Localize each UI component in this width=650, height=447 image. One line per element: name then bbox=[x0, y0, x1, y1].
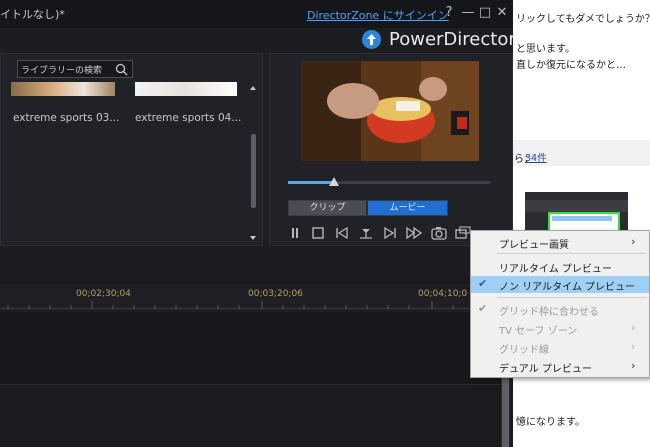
timecode-label: 00;04;10;0 bbox=[418, 289, 468, 299]
library-scroll-thumb[interactable] bbox=[251, 134, 256, 208]
video-preview[interactable] bbox=[301, 61, 479, 161]
preview-panel: クリップ ムービー bbox=[269, 53, 513, 246]
timeline-track[interactable] bbox=[0, 312, 500, 385]
display-icon[interactable] bbox=[455, 226, 471, 240]
tab-movie[interactable]: ムービー bbox=[368, 201, 447, 215]
video-frame-image bbox=[301, 61, 479, 161]
timecode-label: 00;02;30;04 bbox=[76, 289, 131, 299]
maximize-button[interactable]: □ bbox=[478, 6, 492, 20]
checkmark-icon: ✔ bbox=[478, 277, 488, 290]
ruler-ticks bbox=[7, 301, 496, 309]
previous-frame-icon[interactable] bbox=[334, 226, 350, 240]
web-text-line: 直しか復元になるかと… bbox=[516, 60, 626, 71]
scroll-down-icon[interactable] bbox=[249, 234, 257, 242]
timecode-label: 00;03;20;06 bbox=[248, 289, 303, 299]
menu-item-label: デュアル プレビュー bbox=[499, 364, 592, 375]
menu-item-tv-safe-zone[interactable]: TV セーフ ゾーン › bbox=[471, 320, 649, 337]
media-thumbnail[interactable] bbox=[135, 82, 237, 96]
submenu-arrow-icon: › bbox=[631, 235, 636, 248]
play-icon[interactable] bbox=[287, 226, 303, 240]
submenu-arrow-icon: › bbox=[631, 359, 636, 372]
minimize-button[interactable]: — bbox=[461, 6, 475, 20]
web-screenshot-menu-highlight bbox=[552, 216, 612, 221]
web-answers-link[interactable]: 34件 bbox=[525, 150, 547, 164]
menu-item-label: TV セーフ ゾーン bbox=[499, 326, 578, 337]
library-scrollbar[interactable] bbox=[249, 84, 257, 242]
menu-item-realtime-preview[interactable]: リアルタイム プレビュー bbox=[471, 258, 649, 275]
preview-context-menu: プレビュー画質 › リアルタイム プレビュー ✔ ノン リアルタイム プレビュー… bbox=[470, 230, 650, 378]
menu-separator bbox=[497, 297, 647, 298]
window-title: イトルなし)* bbox=[0, 8, 65, 21]
menu-item-dual-preview[interactable]: デュアル プレビュー › bbox=[471, 358, 649, 375]
web-text-line: と思います。 bbox=[516, 44, 575, 55]
brand-name: PowerDirector bbox=[389, 29, 516, 50]
menu-item-label: ノン リアルタイム プレビュー bbox=[499, 282, 636, 293]
menu-item-non-realtime-preview[interactable]: ✔ ノン リアルタイム プレビュー bbox=[471, 276, 649, 293]
library-search-input[interactable]: ライブラリーの検索 bbox=[17, 60, 133, 78]
directorzone-signin-link[interactable]: DirectorZone にサインイン bbox=[307, 7, 449, 23]
media-thumbnail[interactable] bbox=[11, 82, 115, 96]
search-icon[interactable] bbox=[115, 63, 128, 76]
playback-slider-handle[interactable] bbox=[329, 177, 339, 186]
menu-item-label: グリッド枠に合わせる bbox=[499, 307, 599, 318]
menu-item-grid-lines[interactable]: グリッド線 › bbox=[471, 339, 649, 356]
web-screenshot-toolbar bbox=[525, 200, 628, 212]
media-item-label[interactable]: extreme sports 04... bbox=[135, 112, 241, 124]
snapshot-icon[interactable] bbox=[431, 226, 447, 240]
media-item-label[interactable]: extreme sports 03... bbox=[13, 112, 119, 124]
fast-forward-icon[interactable] bbox=[406, 226, 422, 240]
web-text-line: リックしてもダメでしょうか？ bbox=[516, 14, 650, 25]
split-icon[interactable] bbox=[358, 226, 374, 240]
powerdirector-logo-icon bbox=[362, 30, 381, 49]
timeline-scroll-thumb[interactable] bbox=[502, 368, 509, 447]
tab-clip[interactable]: クリップ bbox=[289, 201, 366, 215]
web-text-line: 憶になります。 bbox=[516, 417, 585, 428]
media-library-panel: ライブラリーの検索 extreme sports 03... extreme s… bbox=[0, 53, 263, 246]
submenu-arrow-icon: › bbox=[631, 321, 636, 334]
search-placeholder: ライブラリーの検索 bbox=[21, 66, 103, 76]
menu-item-snap-to-grid[interactable]: ✔ グリッド枠に合わせる bbox=[471, 301, 649, 318]
scroll-up-icon[interactable] bbox=[249, 84, 257, 92]
close-button[interactable]: ✕ bbox=[495, 6, 509, 20]
menu-item-label: リアルタイム プレビュー bbox=[499, 264, 612, 275]
checkmark-icon: ✔ bbox=[478, 302, 488, 315]
menu-item-label: プレビュー画質 bbox=[499, 240, 569, 251]
preview-mode-tabs: クリップ ムービー bbox=[288, 200, 448, 216]
next-frame-icon[interactable] bbox=[382, 226, 398, 240]
menu-item-preview-quality[interactable]: プレビュー画質 › bbox=[471, 234, 649, 251]
menu-separator bbox=[497, 253, 647, 254]
submenu-arrow-icon: › bbox=[631, 340, 636, 353]
menu-item-label: グリッド線 bbox=[499, 345, 549, 356]
playback-progress bbox=[288, 181, 333, 184]
stop-icon[interactable] bbox=[310, 226, 326, 240]
help-button[interactable]: ? bbox=[442, 6, 456, 20]
